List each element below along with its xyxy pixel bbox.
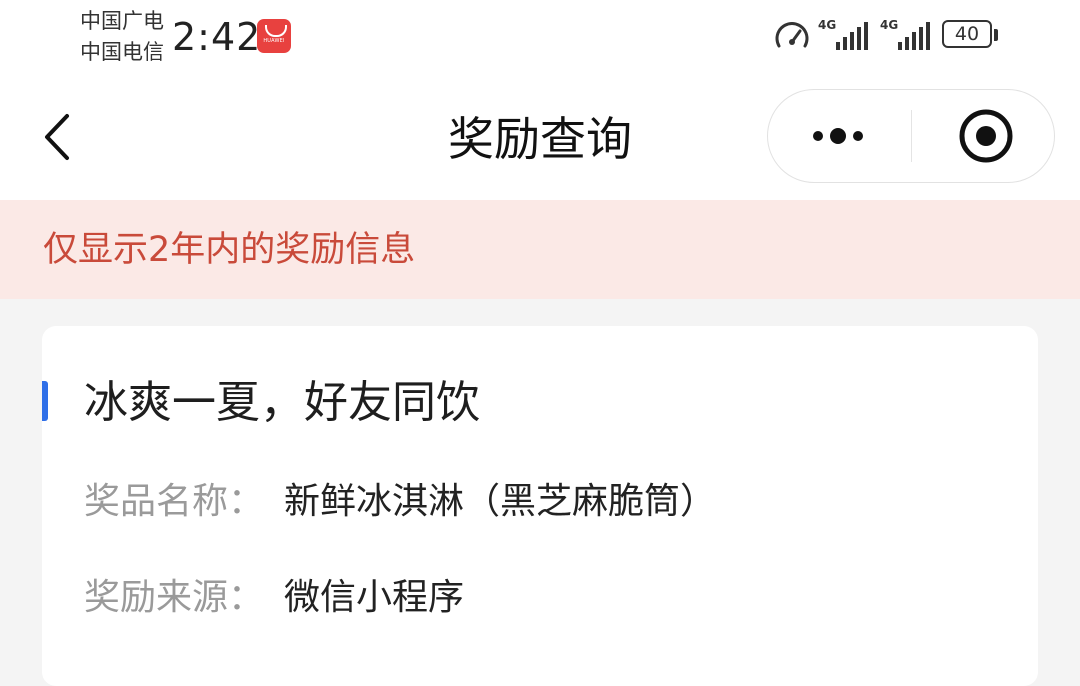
- prize-name-value: 新鲜冰淇淋（黑芝麻脆筒）: [284, 481, 717, 522]
- prize-name-row: 奖品名称： 新鲜冰淇淋（黑芝麻脆筒）: [84, 477, 716, 527]
- capsule-divider: [911, 110, 912, 162]
- chevron-left-icon[interactable]: [38, 110, 78, 164]
- signal-1-label: 4G: [818, 18, 837, 32]
- reward-title: 冰爽一夏，好友同饮: [84, 377, 480, 428]
- prize-name-label: 奖品名称：: [84, 481, 265, 522]
- speed-icon: [773, 16, 811, 56]
- carrier-1: 中国广电: [80, 9, 164, 33]
- notice-banner: 仅显示2年内的奖励信息: [0, 200, 1080, 299]
- battery-icon: 40: [942, 20, 1002, 52]
- reward-card[interactable]: 冰爽一夏，好友同饮 奖品名称： 新鲜冰淇淋（黑芝麻脆筒） 奖励来源： 微信小程序: [42, 326, 1038, 686]
- page-title: 奖励查询: [448, 112, 632, 166]
- reward-source-value: 微信小程序: [284, 577, 465, 618]
- target-close-icon: [959, 109, 1013, 163]
- signal-2-label: 4G: [880, 18, 899, 32]
- signal-icon: 4G: [818, 16, 870, 56]
- reward-source-label: 奖励来源：: [84, 577, 265, 618]
- close-button[interactable]: [928, 90, 1046, 181]
- navigation-bar: 奖励查询: [0, 80, 1080, 200]
- signal-icon: 4G: [880, 16, 932, 56]
- huawei-appgallery-icon: HUAWEI: [257, 19, 291, 53]
- clock: 2:42: [172, 15, 262, 59]
- more-dots-icon: [813, 128, 863, 144]
- status-bar: 中国广电 中国电信 2:42 HUAWEI 4G 4G 40: [0, 0, 1080, 80]
- notice-text: 仅显示2年内的奖励信息: [43, 230, 416, 270]
- carrier-2: 中国电信: [80, 40, 164, 64]
- app-badge-text: HUAWEI: [263, 38, 285, 44]
- mini-program-capsule: [767, 89, 1055, 183]
- reward-source-row: 奖励来源： 微信小程序: [84, 573, 464, 623]
- carrier-names: 中国广电 中国电信: [80, 6, 164, 68]
- battery-level: 40: [942, 20, 992, 48]
- title-accent-bar: [42, 381, 48, 421]
- more-button[interactable]: [798, 90, 910, 181]
